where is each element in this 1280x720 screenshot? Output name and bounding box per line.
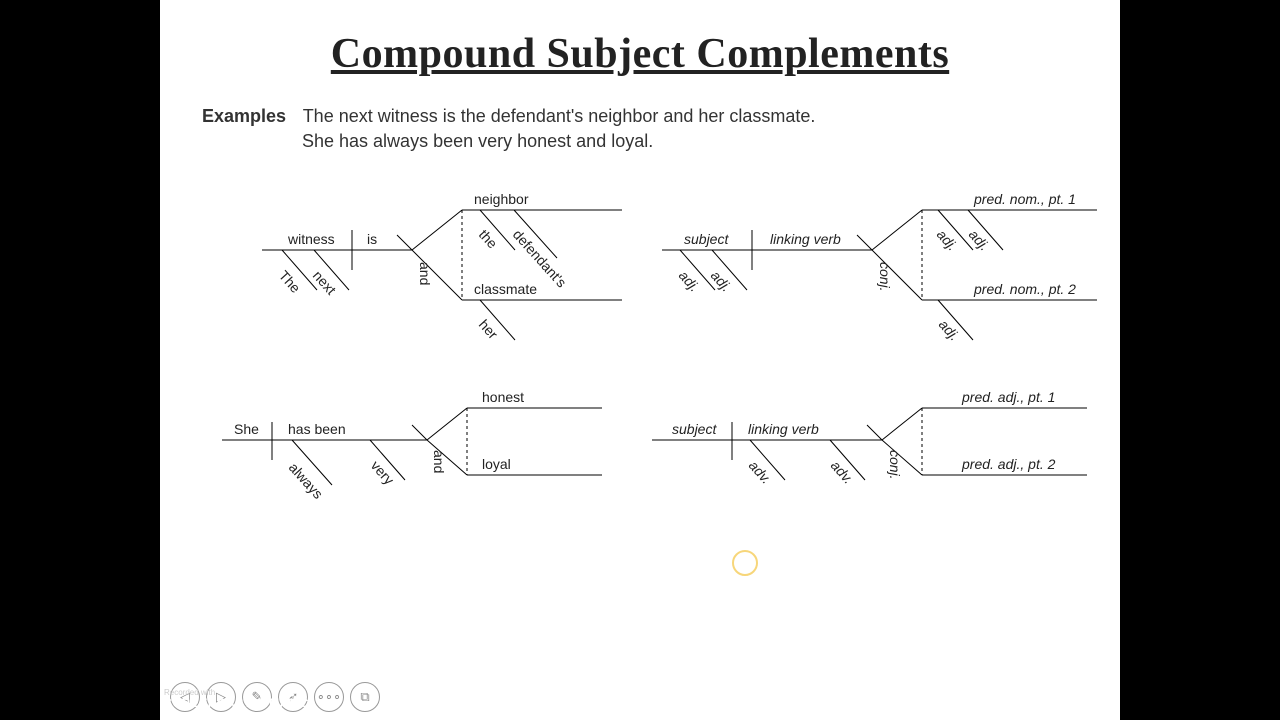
- svg-text:neighbor: neighbor: [474, 191, 529, 207]
- example-sentence-2: She has always been very honest and loya…: [302, 131, 1078, 152]
- svg-text:conj.: conj.: [877, 262, 893, 292]
- svg-text:pred. adj., pt. 1: pred. adj., pt. 1: [961, 389, 1055, 405]
- watermark: Recorded with SCREENCAST O MATIC: [164, 689, 309, 710]
- watermark-brand: SCREENCAST O MATIC: [164, 697, 309, 710]
- more-button[interactable]: ∘∘∘: [314, 682, 344, 712]
- cursor-highlight-icon: [732, 550, 758, 576]
- svg-text:and: and: [417, 262, 433, 285]
- svg-text:has been: has been: [288, 421, 346, 437]
- svg-text:linking verb: linking verb: [748, 421, 819, 437]
- diagram-3: She has been always very and honest loya…: [202, 380, 622, 540]
- svg-text:adv.: adv.: [746, 457, 775, 487]
- examples-label: Examples: [202, 106, 298, 127]
- svg-text:conj.: conj.: [887, 450, 903, 480]
- svg-text:pred. adj., pt. 2: pred. adj., pt. 2: [961, 456, 1056, 472]
- svg-text:pred. nom., pt. 2: pred. nom., pt. 2: [973, 281, 1076, 297]
- svg-text:The: The: [276, 267, 304, 296]
- svg-text:pred. nom., pt. 1: pred. nom., pt. 1: [973, 191, 1076, 207]
- svg-text:is: is: [367, 231, 377, 247]
- diagram-2: subject linking verb adj. adj. conj. pre…: [642, 170, 1102, 370]
- svg-text:always: always: [286, 459, 327, 502]
- page-title: Compound Subject Complements: [202, 30, 1078, 78]
- svg-text:adj.: adj.: [934, 226, 961, 253]
- svg-text:very: very: [368, 457, 398, 487]
- svg-text:next: next: [310, 267, 340, 297]
- example-sentence-1: The next witness is the defendant's neig…: [303, 106, 816, 126]
- diagram-1: witness is The next and neighbor the def…: [222, 170, 642, 370]
- svg-text:honest: honest: [482, 389, 524, 405]
- diagram-zone: witness is The next and neighbor the def…: [202, 170, 1078, 630]
- svg-text:loyal: loyal: [482, 456, 511, 472]
- svg-text:linking verb: linking verb: [770, 231, 841, 247]
- svg-text:and: and: [431, 450, 447, 473]
- svg-text:She: She: [234, 421, 259, 437]
- example-line-1: Examples The next witness is the defenda…: [202, 106, 1078, 127]
- svg-text:adv.: adv.: [828, 457, 857, 487]
- svg-text:adj.: adj.: [966, 226, 993, 253]
- svg-text:adj.: adj.: [936, 316, 963, 343]
- svg-text:subject: subject: [684, 231, 729, 247]
- diagram-4: subject linking verb adv. adv. conj. pre…: [632, 380, 1092, 540]
- svg-text:classmate: classmate: [474, 281, 537, 297]
- slide: Compound Subject Complements Examples Th…: [160, 0, 1120, 720]
- screen-button[interactable]: ⧉: [350, 682, 380, 712]
- svg-text:witness: witness: [287, 231, 335, 247]
- svg-text:subject: subject: [672, 421, 717, 437]
